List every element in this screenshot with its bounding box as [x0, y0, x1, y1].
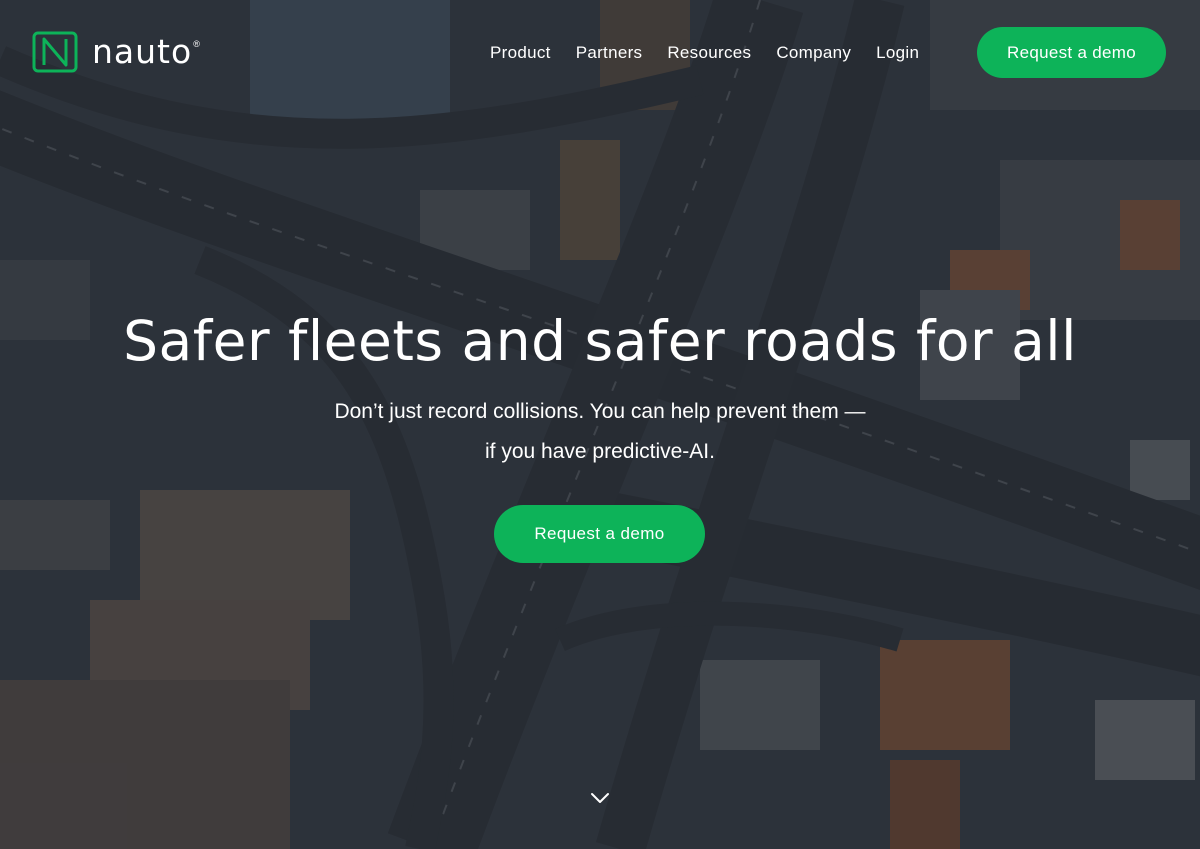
nauto-n-icon [32, 31, 78, 73]
hero-subtext-line-1: Don’t just record collisions. You can he… [334, 400, 866, 423]
nav-item-product[interactable]: Product [490, 40, 551, 66]
brand-name: nauto [92, 32, 193, 71]
nav-item-company[interactable]: Company [776, 40, 851, 66]
hero-subtext: Don’t just record collisions. You can he… [0, 392, 1200, 472]
registered-mark: ® [193, 39, 200, 49]
hero-request-demo-button[interactable]: Request a demo [494, 505, 705, 563]
nav-item-login[interactable]: Login [876, 40, 919, 66]
chevron-down-icon[interactable] [589, 788, 611, 808]
main-nav: Product Partners Resources Company Login [490, 40, 919, 66]
hero-section: nauto ® Product Partners Resources Compa… [0, 0, 1200, 849]
nav-item-resources[interactable]: Resources [667, 40, 751, 66]
hero-subtext-line-2: if you have predictive-AI. [485, 440, 715, 463]
nauto-logo[interactable]: nauto ® [32, 30, 200, 74]
header-request-demo-button[interactable]: Request a demo [977, 27, 1166, 78]
nav-item-partners[interactable]: Partners [576, 40, 643, 66]
hero-headline: Safer fleets and safer roads for all [123, 309, 1077, 373]
